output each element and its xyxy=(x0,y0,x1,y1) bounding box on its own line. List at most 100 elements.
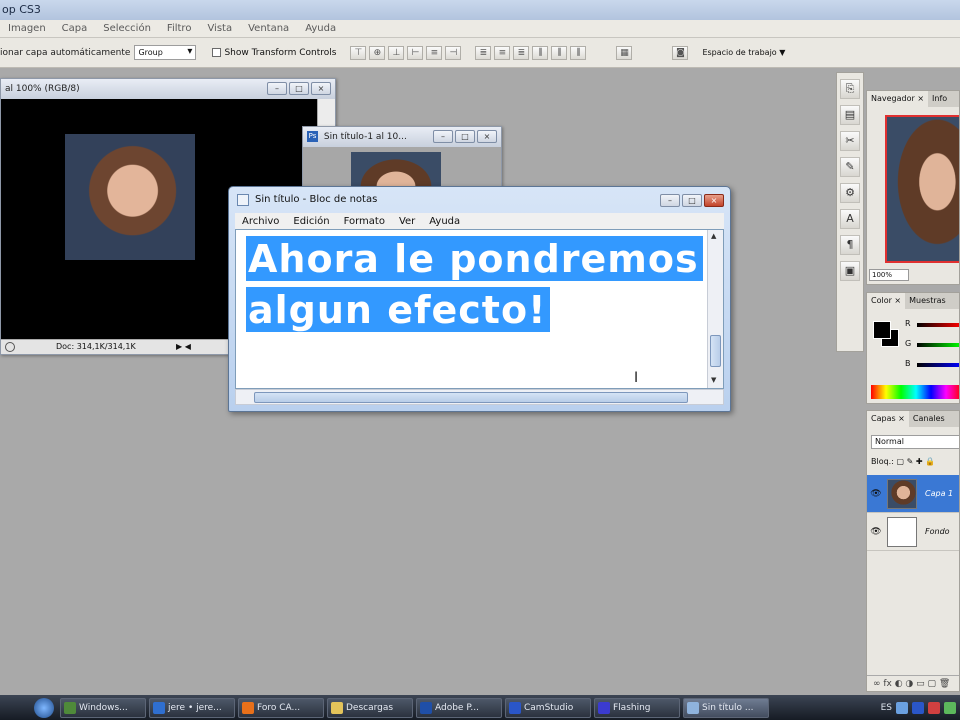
tray-network-icon[interactable] xyxy=(896,701,908,714)
taskbar-item[interactable]: Adobe P... xyxy=(416,697,502,718)
menu-item-imagen[interactable]: Imagen xyxy=(0,23,54,34)
tab-swatches[interactable]: Muestras xyxy=(905,293,950,309)
green-slider[interactable] xyxy=(917,343,959,347)
align-left-icon[interactable]: ⊢ xyxy=(407,45,424,60)
auto-align-icon[interactable]: ▦ xyxy=(616,45,633,60)
color-spectrum[interactable] xyxy=(871,385,959,399)
tab-channels[interactable]: Canales xyxy=(909,411,949,427)
foreground-color-swatch[interactable] xyxy=(873,321,891,339)
distribute-buttons: ≣ ≡ ≣ ⫼ ⫼ ⫼ xyxy=(475,45,587,60)
firefox-icon xyxy=(242,701,254,714)
horizontal-scroll-thumb[interactable] xyxy=(254,392,688,403)
minimize-button[interactable]: – xyxy=(433,130,453,143)
distribute-right-icon[interactable]: ⫼ xyxy=(570,45,587,60)
menu-item-formato[interactable]: Formato xyxy=(337,216,392,227)
align-bottom-icon[interactable]: ⊥ xyxy=(388,45,405,60)
start-button[interactable] xyxy=(34,697,54,718)
distribute-bottom-icon[interactable]: ≣ xyxy=(513,45,530,60)
align-center-icon[interactable]: ≡ xyxy=(426,45,443,60)
notepad-horizontal-scrollbar[interactable] xyxy=(235,389,724,405)
close-button[interactable]: × xyxy=(477,130,497,143)
tray-volume-icon[interactable] xyxy=(944,701,956,714)
taskbar-item[interactable]: CamStudio xyxy=(505,697,591,718)
tab-info[interactable]: Info xyxy=(928,91,951,107)
clone-source-icon[interactable]: ⚙ xyxy=(840,183,860,203)
history-icon[interactable]: ⎘ xyxy=(840,79,860,99)
tab-navigator[interactable]: Navegador × xyxy=(867,91,929,107)
blend-mode-select[interactable]: Normal xyxy=(871,435,959,449)
blue-slider[interactable] xyxy=(917,363,959,367)
taskbar-item[interactable]: Flashing xyxy=(594,697,680,718)
document-title: al 100% (RGB/8) xyxy=(5,84,80,94)
menu-item-capa[interactable]: Capa xyxy=(54,23,96,34)
bridge-icon[interactable]: ◙ xyxy=(672,45,689,60)
taskbar-item[interactable]: Windows... xyxy=(60,697,146,718)
red-slider[interactable] xyxy=(917,323,959,327)
layer-row[interactable]: 👁 Capa 1 xyxy=(867,475,959,513)
distribute-top-icon[interactable]: ≣ xyxy=(475,45,492,60)
scroll-up-icon[interactable]: ▲ xyxy=(711,232,716,240)
layer-comps-icon[interactable]: ▣ xyxy=(840,261,860,281)
language-indicator[interactable]: ES xyxy=(881,703,892,713)
minimize-button[interactable]: – xyxy=(660,194,680,207)
notepad-vertical-scrollbar[interactable]: ▲ ▼ xyxy=(707,230,723,388)
maximize-button[interactable]: □ xyxy=(289,82,309,95)
layer-actions-icons[interactable]: ∞ fx ◐ ◑ ▭ ▢ 🗑 xyxy=(873,679,950,689)
distribute-center-icon[interactable]: ⫼ xyxy=(551,45,568,60)
navigator-zoom-field[interactable]: 100% xyxy=(869,269,909,281)
actions-icon[interactable]: ▤ xyxy=(840,105,860,125)
distribute-left-icon[interactable]: ⫼ xyxy=(532,45,549,60)
zoom-icon[interactable] xyxy=(5,342,15,352)
menu-item-ayuda[interactable]: Ayuda xyxy=(297,23,344,34)
menu-item-vista[interactable]: Vista xyxy=(199,23,240,34)
status-menu-arrow-icon[interactable]: ▶ ◀ xyxy=(176,340,191,354)
notepad-text-area[interactable]: Ahora le pondremos algun efecto! ▲ ▼ xyxy=(235,229,724,389)
align-middle-icon[interactable]: ⊕ xyxy=(369,45,386,60)
distribute-middle-icon[interactable]: ≡ xyxy=(494,45,511,60)
tab-color[interactable]: Color × xyxy=(867,293,906,309)
notepad-window[interactable]: Sin título - Bloc de notas – □ × Archivo… xyxy=(228,186,731,412)
tray-camstudio-icon[interactable] xyxy=(912,701,924,714)
selected-text[interactable]: Ahora le pondremos algun efecto! xyxy=(246,234,706,336)
menu-item-ayuda[interactable]: Ayuda xyxy=(422,216,467,227)
paragraph-icon[interactable]: ¶ xyxy=(840,235,860,255)
taskbar-item[interactable]: Sin título ... xyxy=(683,697,769,718)
auto-select-dropdown[interactable]: Group xyxy=(134,45,197,60)
maximize-button[interactable]: □ xyxy=(682,194,702,207)
transform-controls-option[interactable]: Show Transform Controls xyxy=(212,48,336,58)
layer-row[interactable]: 👁 Fondo xyxy=(867,513,959,551)
lock-icons[interactable]: ▢ ✎ ✚ 🔒 xyxy=(896,457,935,466)
navigator-preview[interactable] xyxy=(885,115,959,263)
brushes-icon[interactable]: ✎ xyxy=(840,157,860,177)
close-button[interactable]: × xyxy=(704,194,724,207)
workspace-button[interactable]: Espacio de trabajo ▼ xyxy=(696,46,791,59)
lock-label: Bloq.: xyxy=(871,457,894,466)
taskbar-item[interactable]: Foro CA... xyxy=(238,697,324,718)
maximize-button[interactable]: □ xyxy=(455,130,475,143)
tray-security-icon[interactable] xyxy=(928,701,940,714)
menu-item-edicion[interactable]: Edición xyxy=(286,216,336,227)
taskbar-item[interactable]: Descargas xyxy=(327,697,413,718)
menu-item-ver[interactable]: Ver xyxy=(392,216,422,227)
scroll-thumb[interactable] xyxy=(710,335,721,367)
menu-item-ventana[interactable]: Ventana xyxy=(240,23,297,34)
align-right-icon[interactable]: ⊣ xyxy=(445,45,462,60)
visibility-eye-icon[interactable]: 👁 xyxy=(867,489,885,499)
align-top-icon[interactable]: ⊤ xyxy=(350,45,367,60)
document-titlebar[interactable]: al 100% (RGB/8) – □ × xyxy=(1,79,335,99)
tools-icon[interactable]: ✂ xyxy=(840,131,860,151)
menu-item-archivo[interactable]: Archivo xyxy=(235,216,286,227)
minimize-button[interactable]: – xyxy=(267,82,287,95)
scroll-down-icon[interactable]: ▼ xyxy=(711,376,716,384)
tab-layers[interactable]: Capas × xyxy=(867,411,909,427)
taskbar-item[interactable]: jere • jere... xyxy=(149,697,235,718)
visibility-eye-icon[interactable]: 👁 xyxy=(867,527,885,537)
transform-controls-checkbox[interactable] xyxy=(212,48,222,57)
document-titlebar[interactable]: Ps Sin título-1 al 10... – □ × xyxy=(303,127,501,147)
menu-item-seleccion[interactable]: Selección xyxy=(95,23,159,34)
close-button[interactable]: × xyxy=(311,82,331,95)
menu-item-filtro[interactable]: Filtro xyxy=(159,23,200,34)
document-size: Doc: 314,1K/314,1K xyxy=(56,342,136,351)
character-icon[interactable]: A xyxy=(840,209,860,229)
notepad-titlebar[interactable]: Sin título - Bloc de notas – □ × xyxy=(229,187,730,213)
